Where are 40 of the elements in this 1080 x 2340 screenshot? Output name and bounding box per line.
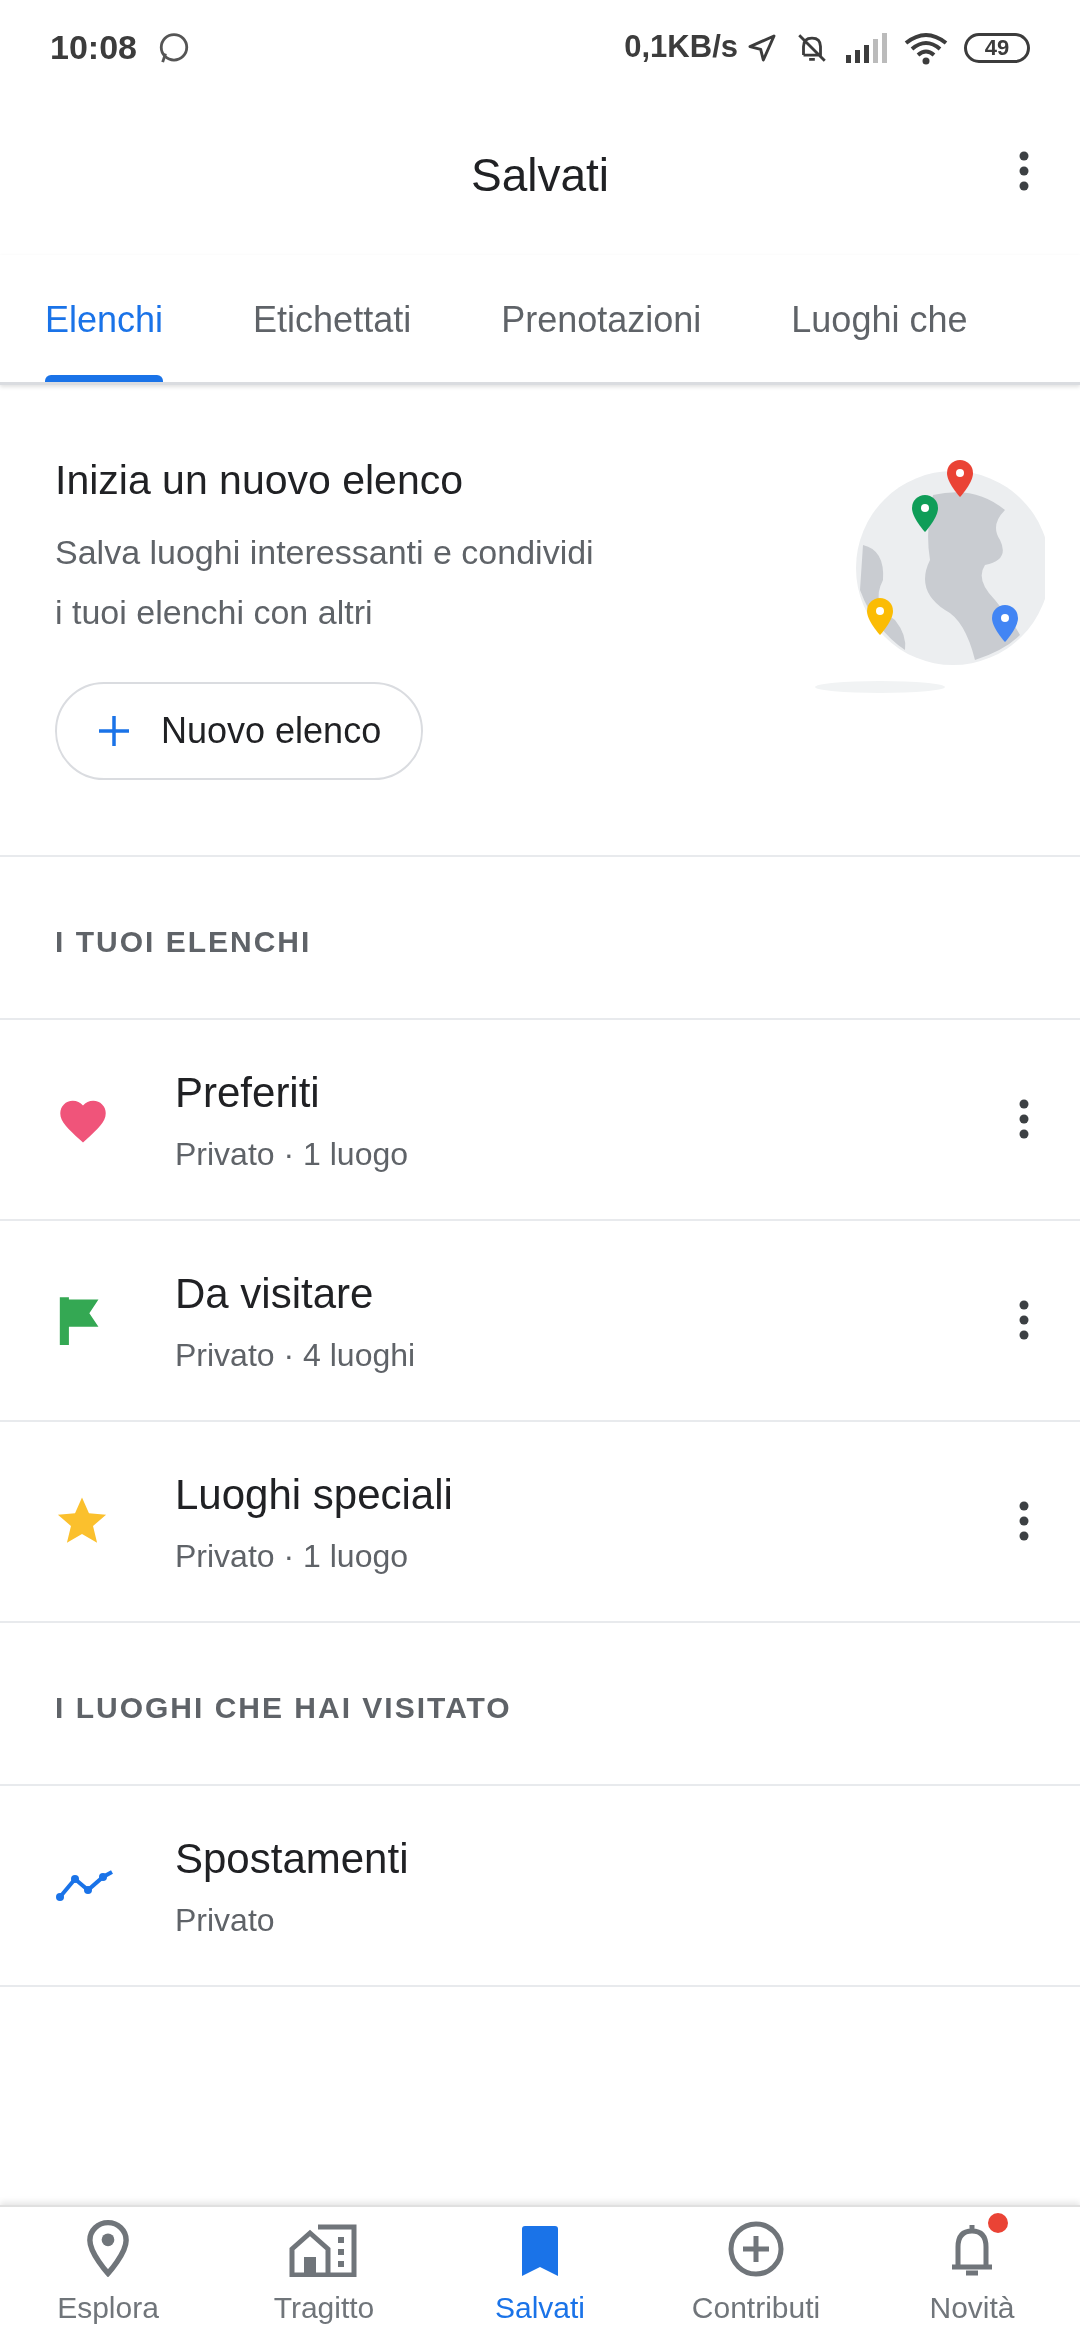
nav-tab[interactable]: Novità [864,2207,1080,2340]
list-row[interactable]: Da visitare Privato · 4 luoghi [0,1220,1080,1422]
list-subtitle: Privato [175,1900,276,1940]
promo-title: Inizia un nuovo elenco [55,456,465,505]
tab[interactable]: Prenotazioni [456,255,747,382]
status-time: 10:08 [50,27,137,68]
page-title: Salvati [470,147,610,203]
more-options-icon[interactable] [1018,1099,1030,1139]
list-title: Da visitare [175,1268,375,1319]
section-heading: I LUOGHI CHE HAI VISITATO [55,1689,512,1726]
wifi-icon [904,30,948,65]
new-list-button[interactable]: Nuovo elenco [55,681,424,780]
list-subtitle: Privato · 1 luogo [175,1134,409,1174]
list-title: Preferiti [175,1067,321,1118]
section-heading: I TUOI ELENCHI [55,923,312,960]
more-options-icon[interactable] [1018,1501,1030,1541]
tab[interactable]: Elenchi [0,255,209,382]
more-options-icon[interactable] [1018,1300,1030,1340]
nav-tab[interactable]: Tragitto [216,2207,432,2340]
plus-icon [97,713,131,748]
nav-tab[interactable]: Salvati [432,2207,648,2340]
battery-indicator: 49 [964,32,1030,63]
list-row[interactable]: Preferiti Privato · 1 luogo [0,1019,1080,1221]
signal-icon [846,32,888,63]
nav-tab[interactable]: Contributi [648,2207,864,2340]
promo-description: Salva luoghi interessanti e condividi i tuoi elenchi con altri [55,531,595,633]
list-row[interactable]: Luoghi speciali Privato · 1 luogo [0,1421,1080,1623]
more-options-icon[interactable] [1018,151,1030,191]
tab[interactable]: Luoghi che [746,255,1013,382]
nav-tab[interactable]: Esplora [0,2207,216,2340]
list-title: Spostamenti [175,1833,410,1884]
list-subtitle: Privato · 1 luogo [175,1536,409,1576]
list-row[interactable]: Spostamenti Privato [0,1785,1080,1987]
list-title: Luoghi speciali [175,1469,454,1520]
pin-icon [86,2219,130,2277]
add-circle-icon [728,2221,784,2277]
tab[interactable]: Etichettati [208,255,457,382]
bookmark-icon [520,2225,560,2277]
list-subtitle: Privato · 4 luoghi [175,1335,417,1375]
network-speed: 0,1KB/s [624,28,738,67]
